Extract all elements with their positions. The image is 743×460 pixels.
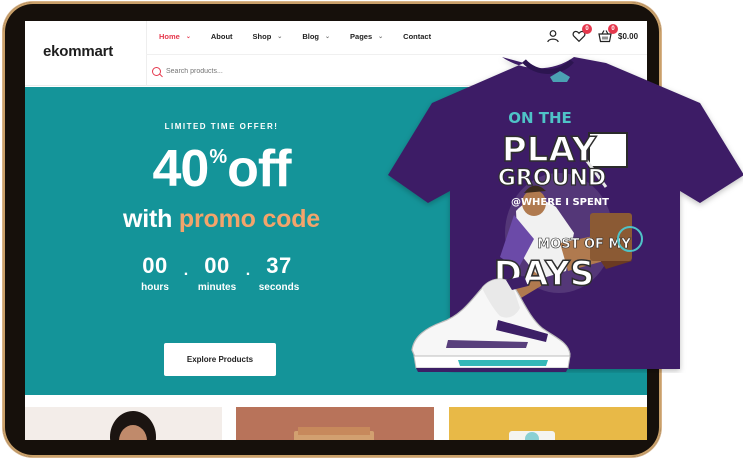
countdown-separator: . <box>245 262 251 279</box>
countdown-value: 00 <box>204 253 230 278</box>
nav-item-pages[interactable]: Pages ⌄ <box>350 32 383 41</box>
chevron-down-icon: ⌄ <box>277 34 283 40</box>
countdown-hours: 00 hours <box>132 253 178 294</box>
nav-item-about[interactable]: About <box>211 32 233 41</box>
user-icon[interactable] <box>546 29 560 43</box>
category-tile-woman[interactable] <box>25 407 222 440</box>
nav-item-label: Blog <box>302 32 319 41</box>
countdown-label: minutes <box>197 282 237 293</box>
hero-subheadline: with promo code <box>25 205 418 234</box>
search-icon[interactable] <box>152 67 161 76</box>
cart-total[interactable]: $0.00 <box>618 32 638 41</box>
main-nav: Home ⌄ About Shop ⌄ Blog ⌄ Pages ⌄ Conta… <box>159 32 451 41</box>
mug-image <box>509 431 555 440</box>
stage: ekommart Home ⌄ About Shop ⌄ Blog ⌄ Page… <box>0 0 743 460</box>
chevron-down-icon: ⌄ <box>325 34 331 40</box>
percent-symbol: % <box>209 146 227 168</box>
site-logo[interactable]: ekommart <box>43 43 113 60</box>
nav-item-label: Pages <box>350 32 373 41</box>
nav-item-label: Shop <box>252 32 272 41</box>
discount-number: 40 <box>152 140 209 198</box>
nav-item-home[interactable]: Home ⌄ <box>159 32 191 41</box>
heart-icon[interactable]: 0 <box>572 24 592 43</box>
discount-word: off <box>227 140 291 198</box>
hero-eyebrow: LIMITED TIME OFFER! <box>164 122 279 131</box>
category-tile-accessories[interactable] <box>236 407 434 440</box>
cart-count-badge: 0 <box>608 24 618 34</box>
promo-code-text: promo code <box>178 205 320 233</box>
nav-item-label: Contact <box>403 32 432 41</box>
explore-products-button[interactable]: Explore Products <box>164 343 276 376</box>
countdown-label: hours <box>141 282 169 293</box>
sneaker-product-image <box>411 276 571 372</box>
nav-item-contact[interactable]: Contact <box>403 32 431 41</box>
subheadline-prefix: with <box>122 205 179 233</box>
nav-item-shop[interactable]: Shop ⌄ <box>253 32 283 41</box>
countdown-minutes: 00 minutes <box>194 253 240 294</box>
countdown-value: 00 <box>142 253 168 278</box>
chevron-down-icon: ⌄ <box>378 34 384 40</box>
woman-portrait-image <box>110 411 156 440</box>
wishlist-count-badge: 0 <box>582 24 592 34</box>
art-text-line1: ON THE <box>508 109 572 127</box>
search-input[interactable] <box>166 68 286 75</box>
header-actions: 0 0 $0.00 <box>546 24 638 43</box>
countdown-label: seconds <box>258 282 300 293</box>
nav-item-label: About <box>210 32 233 41</box>
chevron-down-icon: ⌄ <box>185 34 191 40</box>
category-tile-mug[interactable] <box>449 407 647 440</box>
art-text-line3: GROUND <box>498 166 606 191</box>
countdown-seconds: 37 seconds <box>256 253 302 294</box>
nav-item-label: Home <box>159 32 180 41</box>
countdown-timer: 00 hours . 00 minutes . 37 seconds <box>132 253 302 294</box>
basket-icon[interactable]: 0 <box>598 24 618 43</box>
search-bar <box>152 67 286 76</box>
art-text-line2: PLAY <box>502 130 597 170</box>
nav-item-blog[interactable]: Blog ⌄ <box>302 32 330 41</box>
hero-headline: 40%off <box>25 143 418 195</box>
countdown-value: 37 <box>266 253 292 278</box>
countdown-separator: . <box>183 262 189 279</box>
art-text-line4: @WHERE I SPENT <box>511 197 609 208</box>
product-box-image <box>294 427 374 440</box>
